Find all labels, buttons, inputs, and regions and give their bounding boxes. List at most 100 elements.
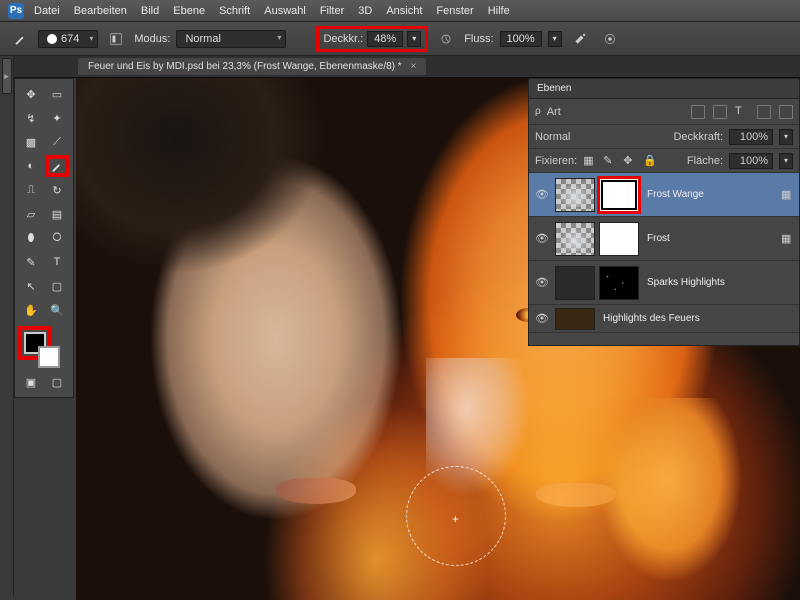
pen-tool[interactable]: ✎ <box>19 251 43 273</box>
tool-preset-icon[interactable] <box>8 27 32 51</box>
menu-schrift[interactable]: Schrift <box>219 5 250 17</box>
fill-value[interactable]: 100% <box>729 153 773 169</box>
options-bar: 674 Modus: Normal Deckkr.: 48% ▾ Fluss: … <box>0 22 800 56</box>
layer-thumbnail[interactable] <box>555 308 595 330</box>
brush-preview-icon <box>47 34 57 44</box>
layers-panel-tab[interactable]: Ebenen <box>529 79 799 99</box>
flow-dropdown[interactable]: ▾ <box>548 31 562 47</box>
pressure-size-icon[interactable] <box>598 27 622 51</box>
layer-thumbnail[interactable] <box>555 178 595 212</box>
layer-name[interactable]: Sparks Highlights <box>643 277 795 288</box>
lasso-tool[interactable]: ↯ <box>19 107 43 129</box>
gradient-tool[interactable]: ▤ <box>45 203 69 225</box>
layer-filter-row: ρ Art T <box>529 99 799 125</box>
layer-mask-thumbnail[interactable] <box>599 222 639 256</box>
stamp-tool[interactable]: ⎍ <box>19 179 43 201</box>
menu-auswahl[interactable]: Auswahl <box>264 5 306 17</box>
opacity-label: Deckkr.: <box>323 33 363 45</box>
menu-filter[interactable]: Filter <box>320 5 344 17</box>
lock-all-icon[interactable]: 🔒 <box>643 154 657 168</box>
eraser-tool[interactable]: ▱ <box>19 203 43 225</box>
visibility-icon[interactable]: 👁 <box>533 312 551 325</box>
airbrush-icon[interactable] <box>568 27 592 51</box>
opacity-dropdown[interactable]: ▾ <box>407 31 421 47</box>
fill-label: Fläche: <box>687 155 723 167</box>
layer-filter-kind[interactable]: Art <box>547 106 617 118</box>
filter-pixel-icon[interactable] <box>691 105 705 119</box>
visibility-icon[interactable]: 👁 <box>533 276 551 289</box>
crop-tool[interactable]: ▩ <box>19 131 43 153</box>
shape-tool[interactable]: ▢ <box>45 275 69 297</box>
layer-thumbnail[interactable] <box>555 266 595 300</box>
visibility-icon[interactable]: 👁 <box>533 232 551 245</box>
opacity-value[interactable]: 48% <box>367 31 403 47</box>
color-swatches <box>18 326 70 370</box>
app-logo: Ps <box>8 3 24 19</box>
filter-adjust-icon[interactable] <box>713 105 727 119</box>
layer-list: 👁 Frost Wange ▦ 👁 Frost ▦ 👁 Sparks Highl… <box>529 173 799 345</box>
layer-thumbnail[interactable] <box>555 222 595 256</box>
pressure-opacity-icon[interactable] <box>434 27 458 51</box>
flow-value[interactable]: 100% <box>500 31 542 47</box>
lock-pixels-icon[interactable]: ✎ <box>603 154 617 168</box>
layer-opacity-value[interactable]: 100% <box>729 129 773 145</box>
layer-link-icon[interactable]: ▦ <box>781 188 795 201</box>
opacity-highlight: Deckkr.: 48% ▾ <box>316 26 428 52</box>
heal-tool[interactable]: ◐ <box>19 155 43 177</box>
layer-mask-thumbnail[interactable] <box>599 178 639 212</box>
brush-panel-toggle-icon[interactable] <box>104 27 128 51</box>
layer-row[interactable]: 👁 Highlights des Feuers <box>529 305 799 333</box>
filter-type-icon[interactable]: T <box>735 105 749 119</box>
fill-dropdown[interactable]: ▾ <box>779 153 793 169</box>
move-tool[interactable]: ✥ <box>19 83 43 105</box>
filter-smart-icon[interactable] <box>779 105 793 119</box>
layer-name[interactable]: Frost Wange <box>643 189 777 200</box>
visibility-icon[interactable]: 👁 <box>533 188 551 201</box>
path-tool[interactable]: ↖ <box>19 275 43 297</box>
menu-fenster[interactable]: Fenster <box>436 5 473 17</box>
layers-panel: Ebenen ρ Art T Normal Deckkraft: 100% ▾ … <box>528 78 800 346</box>
layer-row[interactable]: 👁 Frost ▦ <box>529 217 799 261</box>
menu-bild[interactable]: Bild <box>141 5 159 17</box>
background-color[interactable] <box>38 346 60 368</box>
hand-tool[interactable]: ✋ <box>19 299 43 321</box>
wand-tool[interactable]: ✦ <box>45 107 69 129</box>
menu-bearbeiten[interactable]: Bearbeiten <box>74 5 127 17</box>
mode-label: Modus: <box>134 33 170 45</box>
menu-ansicht[interactable]: Ansicht <box>386 5 422 17</box>
dock-handle-icon[interactable]: ▸ <box>2 58 12 94</box>
zoom-tool[interactable]: 🔍 <box>45 299 69 321</box>
marquee-tool[interactable]: ▭ <box>45 83 69 105</box>
brush-tool[interactable] <box>45 155 69 177</box>
layer-name[interactable]: Highlights des Feuers <box>599 313 795 324</box>
layer-blend-mode[interactable]: Normal <box>535 131 655 143</box>
menu-3d[interactable]: 3D <box>358 5 372 17</box>
menu-hilfe[interactable]: Hilfe <box>488 5 510 17</box>
document-tab[interactable]: Feuer und Eis by MDI.psd bei 23,3% (Fros… <box>78 58 426 75</box>
layer-mask-thumbnail[interactable] <box>599 266 639 300</box>
menu-datei[interactable]: Datei <box>34 5 60 17</box>
blur-tool[interactable]: ⬮ <box>19 227 43 249</box>
brush-cursor-cross: + <box>452 512 460 520</box>
type-tool[interactable]: T <box>45 251 69 273</box>
layer-opacity-label: Deckkraft: <box>673 131 723 143</box>
dodge-tool[interactable]: 🞅 <box>45 227 69 249</box>
blend-mode-select[interactable]: Normal <box>176 30 286 48</box>
layer-name[interactable]: Frost <box>643 233 777 244</box>
layer-opacity-dropdown[interactable]: ▾ <box>779 129 793 145</box>
layer-row[interactable]: 👁 Sparks Highlights <box>529 261 799 305</box>
close-tab-icon[interactable]: × <box>410 61 416 72</box>
layer-link-icon[interactable]: ▦ <box>781 232 795 245</box>
screenmode-toggle[interactable]: ▢ <box>46 372 68 392</box>
menu-ebene[interactable]: Ebene <box>173 5 205 17</box>
brush-size-picker[interactable]: 674 <box>38 30 98 48</box>
lock-label: Fixieren: <box>535 155 577 167</box>
lock-position-icon[interactable]: ✥ <box>623 154 637 168</box>
filter-shape-icon[interactable] <box>757 105 771 119</box>
history-brush-tool[interactable]: ↻ <box>45 179 69 201</box>
quickmask-toggle[interactable]: ▣ <box>20 372 42 392</box>
eyedropper-tool[interactable]: ⟋ <box>45 131 69 153</box>
flow-label: Fluss: <box>464 33 493 45</box>
layer-row[interactable]: 👁 Frost Wange ▦ <box>529 173 799 217</box>
lock-transparency-icon[interactable]: ▦ <box>583 154 597 168</box>
